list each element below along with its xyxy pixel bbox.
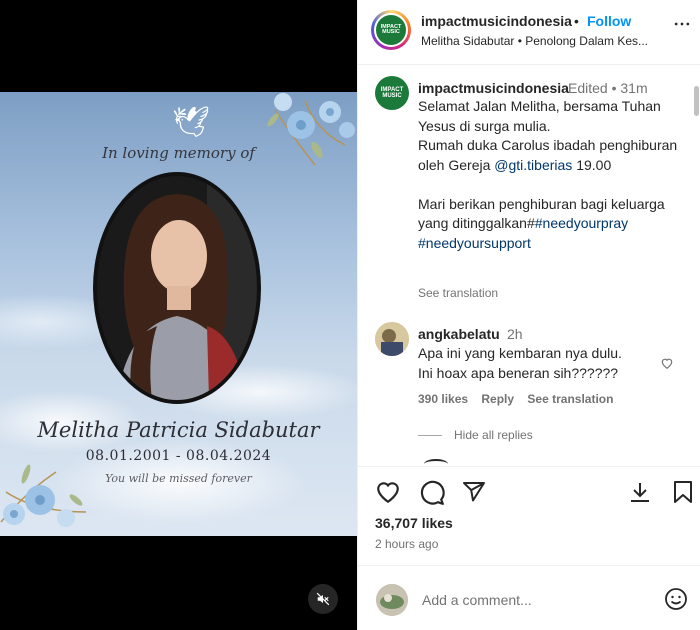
memorial-name: Melitha Patricia Sidabutar <box>37 418 320 442</box>
mention-link[interactable]: @gti.tiberias <box>494 157 572 173</box>
comment-likes[interactable]: 390 likes <box>418 392 468 406</box>
caption-line-1: Selamat Jalan Melitha, bersama Tuhan Yes… <box>418 98 661 134</box>
emoji-icon[interactable] <box>664 587 688 611</box>
divider <box>358 466 700 467</box>
post-side-panel: IMPACT MUSIC impactmusicindonesia • Foll… <box>357 0 700 630</box>
reply-button[interactable]: Reply <box>481 392 514 406</box>
flower-decoration <box>0 464 87 527</box>
current-user-avatar <box>376 584 408 616</box>
more-icon[interactable] <box>672 14 692 39</box>
loading-spinner <box>424 459 448 469</box>
separator-dot: • <box>574 13 579 29</box>
portrait-photo <box>93 172 261 404</box>
comment-actions: 390 likes Reply See translation <box>418 392 623 406</box>
likes-count[interactable]: 36,707 likes <box>375 515 453 531</box>
post-time-ago[interactable]: 2 hours ago <box>375 537 438 551</box>
post-media[interactable]: 🕊 In loving memory of Melitha Patricia S… <box>0 0 357 630</box>
hide-replies-button[interactable]: Hide all replies <box>418 428 533 442</box>
memory-line: In loving memory of <box>102 144 255 162</box>
follow-button[interactable]: Follow <box>587 13 631 29</box>
caption-text: Selamat Jalan Melitha, bersama Tuhan Yes… <box>418 98 678 251</box>
caption-meta: Edited • 31m <box>568 80 648 96</box>
download-icon[interactable] <box>628 480 652 504</box>
comment-see-translation[interactable]: See translation <box>527 392 613 406</box>
share-icon[interactable] <box>461 480 487 504</box>
caption-username[interactable]: impactmusicindonesia <box>418 80 569 96</box>
header-subtitle[interactable]: Melitha Sidabutar • Penolong Dalam Kes..… <box>421 34 661 48</box>
heart-icon[interactable] <box>375 480 401 504</box>
mute-icon <box>316 592 330 606</box>
header-username[interactable]: impactmusicindonesia <box>421 13 572 29</box>
comment-text: Apa ini yang kembaran nya dulu. Ini hoax… <box>418 345 622 381</box>
heart-icon[interactable] <box>660 356 674 370</box>
comment-icon[interactable] <box>419 480 445 506</box>
post-header: IMPACT MUSIC impactmusicindonesia • Foll… <box>358 0 700 65</box>
dove-icon: 🕊 <box>172 106 211 139</box>
avatar[interactable]: IMPACT MUSIC <box>374 13 408 47</box>
caption-see-translation[interactable]: See translation <box>418 286 498 300</box>
divider <box>358 565 700 566</box>
bookmark-icon[interactable] <box>672 480 694 504</box>
memorial-poster-image: 🕊 In loving memory of Melitha Patricia S… <box>0 92 357 536</box>
divider <box>418 434 442 436</box>
hashtag-link[interactable]: #needyoursupport <box>418 235 531 251</box>
comment-username[interactable]: angkabelatu <box>418 326 500 342</box>
comment-avatar[interactable] <box>375 322 409 356</box>
caption-avatar[interactable]: IMPACT MUSIC <box>375 76 409 110</box>
comment-time: 2h <box>507 326 523 342</box>
story-ring[interactable]: IMPACT MUSIC <box>371 10 411 50</box>
hashtag-link[interactable]: #needyourpray <box>535 215 628 231</box>
scrollbar[interactable] <box>694 86 699 116</box>
add-comment-input[interactable]: Add a comment... <box>422 592 532 608</box>
mute-button[interactable] <box>308 584 338 614</box>
